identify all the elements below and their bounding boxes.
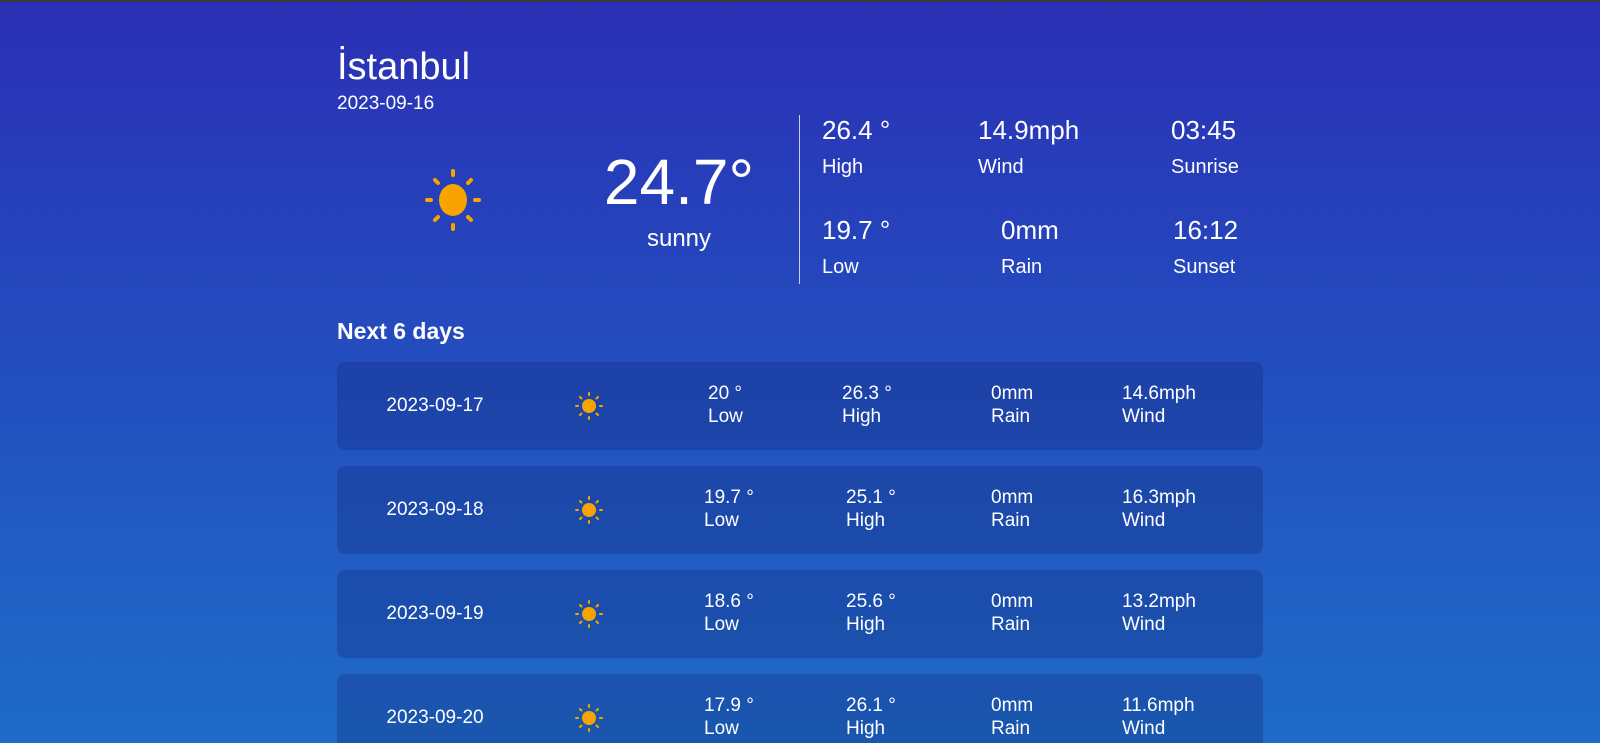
- forecast-date: 2023-09-19: [386, 603, 484, 624]
- stat-high-value: 26.4 °: [822, 115, 891, 145]
- forecast-rain-value: 0mm: [991, 487, 1034, 508]
- stat-rain-value: 0mm: [1001, 215, 1059, 245]
- forecast-high-label: High: [846, 718, 886, 739]
- forecast-wind-value: 16.3mph: [1122, 487, 1196, 508]
- forecast-low: 19.7 ° Low: [704, 486, 754, 532]
- stats-divider: [799, 115, 800, 284]
- forecast-low-value: 18.6 °: [704, 591, 754, 612]
- forecast-wind-label: Wind: [1122, 614, 1166, 635]
- forecast-wind-value: 14.6mph: [1122, 383, 1196, 404]
- forecast-high: 26.1 ° High: [846, 694, 896, 740]
- stat-sunrise: 03:45 Sunrise: [1171, 114, 1239, 180]
- stat-sunset-value: 16:12: [1173, 215, 1239, 245]
- stat-high-label: High: [822, 156, 864, 178]
- stat-sunset-label: Sunset: [1173, 256, 1236, 278]
- forecast-high-value: 26.3 °: [842, 383, 892, 404]
- stat-rain: 0mm Rain: [1001, 214, 1059, 280]
- forecast-high: 26.3 ° High: [842, 382, 892, 428]
- sun-icon: [575, 600, 603, 628]
- forecast-row: 2023-09-20 17.9 ° Low 26.1 ° High 0mm Ra…: [337, 674, 1263, 743]
- forecast-rain-label: Rain: [991, 406, 1031, 427]
- city-name: İstanbul: [337, 46, 471, 88]
- forecast-wind: 11.6mph Wind: [1122, 694, 1195, 740]
- forecast-low-label: Low: [704, 614, 739, 635]
- forecast-wind-label: Wind: [1122, 718, 1166, 739]
- forecast-low-label: Low: [704, 510, 739, 531]
- current-date: 2023-09-16: [337, 93, 435, 114]
- forecast-wind-label: Wind: [1122, 510, 1166, 531]
- forecast-high-value: 25.1 °: [846, 487, 896, 508]
- forecast-date: 2023-09-20: [386, 707, 484, 728]
- forecast-low-label: Low: [704, 718, 739, 739]
- forecast-wind-value: 11.6mph: [1122, 695, 1195, 716]
- sun-icon: [575, 392, 603, 420]
- forecast-high-value: 26.1 °: [846, 695, 896, 716]
- forecast-rain-value: 0mm: [991, 695, 1034, 716]
- forecast-rain: 0mm Rain: [991, 486, 1033, 532]
- top-border: [0, 0, 1600, 2]
- forecast-low-value: 17.9 °: [704, 695, 754, 716]
- forecast-rain: 0mm Rain: [991, 694, 1033, 740]
- forecast-wind: 13.2mph Wind: [1122, 590, 1196, 636]
- stat-wind: 14.9mph Wind: [978, 114, 1079, 180]
- forecast-high-label: High: [842, 406, 882, 427]
- stat-low: 19.7 ° Low: [822, 214, 890, 280]
- stat-low-label: Low: [822, 256, 859, 278]
- forecast-row: 2023-09-17 20 ° Low 26.3 ° High 0mm Rain…: [337, 362, 1263, 450]
- forecast-low: 18.6 ° Low: [704, 590, 754, 636]
- stat-wind-value: 14.9mph: [978, 115, 1080, 145]
- forecast-rain: 0mm Rain: [991, 382, 1033, 428]
- current-condition: sunny: [646, 225, 712, 252]
- forecast-date: 2023-09-17: [386, 395, 484, 416]
- stat-sunrise-label: Sunrise: [1171, 156, 1239, 178]
- forecast-rain-value: 0mm: [991, 591, 1034, 612]
- forecast-wind-label: Wind: [1122, 406, 1166, 427]
- forecast-high: 25.1 ° High: [846, 486, 896, 532]
- forecast-low: 20 ° Low: [708, 382, 743, 428]
- forecast-high-value: 25.6 °: [846, 591, 896, 612]
- stat-sunrise-value: 03:45: [1171, 115, 1237, 145]
- stat-high: 26.4 ° High: [822, 114, 890, 180]
- forecast-wind: 14.6mph Wind: [1122, 382, 1196, 428]
- forecast-rain-label: Rain: [991, 718, 1031, 739]
- forecast-low: 17.9 ° Low: [704, 694, 754, 740]
- stat-sunset: 16:12 Sunset: [1173, 214, 1238, 280]
- forecast-wind: 16.3mph Wind: [1122, 486, 1196, 532]
- stat-rain-label: Rain: [1001, 256, 1043, 278]
- forecast-low-value: 20 °: [708, 383, 743, 404]
- sun-icon: [575, 496, 603, 524]
- forecast-row: 2023-09-18 19.7 ° Low 25.1 ° High 0mm Ra…: [337, 466, 1263, 554]
- forecast-low-value: 19.7 °: [704, 487, 754, 508]
- stat-wind-label: Wind: [978, 156, 1024, 178]
- sun-icon: [575, 704, 603, 732]
- forecast-high-label: High: [846, 510, 886, 531]
- forecast-low-label: Low: [708, 406, 743, 427]
- forecast-date: 2023-09-18: [386, 499, 484, 520]
- sun-icon: [425, 169, 481, 231]
- forecast-high: 25.6 ° High: [846, 590, 896, 636]
- forecast-rain-value: 0mm: [991, 383, 1034, 404]
- stat-low-value: 19.7 °: [822, 215, 891, 245]
- forecast-list: 2023-09-17 20 ° Low 26.3 ° High 0mm Rain…: [337, 362, 1263, 743]
- forecast-wind-value: 13.2mph: [1122, 591, 1196, 612]
- forecast-rain: 0mm Rain: [991, 590, 1033, 636]
- current-temperature: 24.7°: [603, 146, 755, 218]
- forecast-high-label: High: [846, 614, 886, 635]
- forecast-title: Next 6 days: [337, 318, 465, 344]
- forecast-row: 2023-09-19 18.6 ° Low 25.6 ° High 0mm Ra…: [337, 570, 1263, 658]
- forecast-rain-label: Rain: [991, 510, 1031, 531]
- forecast-rain-label: Rain: [991, 614, 1031, 635]
